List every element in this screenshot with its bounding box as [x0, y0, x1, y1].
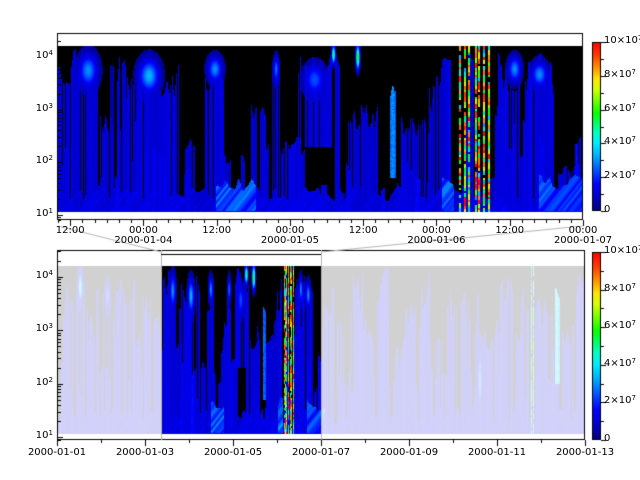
- overview-panel-colorbar: [592, 252, 601, 440]
- zoom-panel-colorbar: [592, 42, 601, 211]
- overview-panel-plot-area[interactable]: [57, 250, 585, 440]
- zoom-panel-plot-area[interactable]: [57, 33, 583, 220]
- spectrogram-figure: 12:0000:002000-01-0412:0000:002000-01-05…: [0, 0, 640, 480]
